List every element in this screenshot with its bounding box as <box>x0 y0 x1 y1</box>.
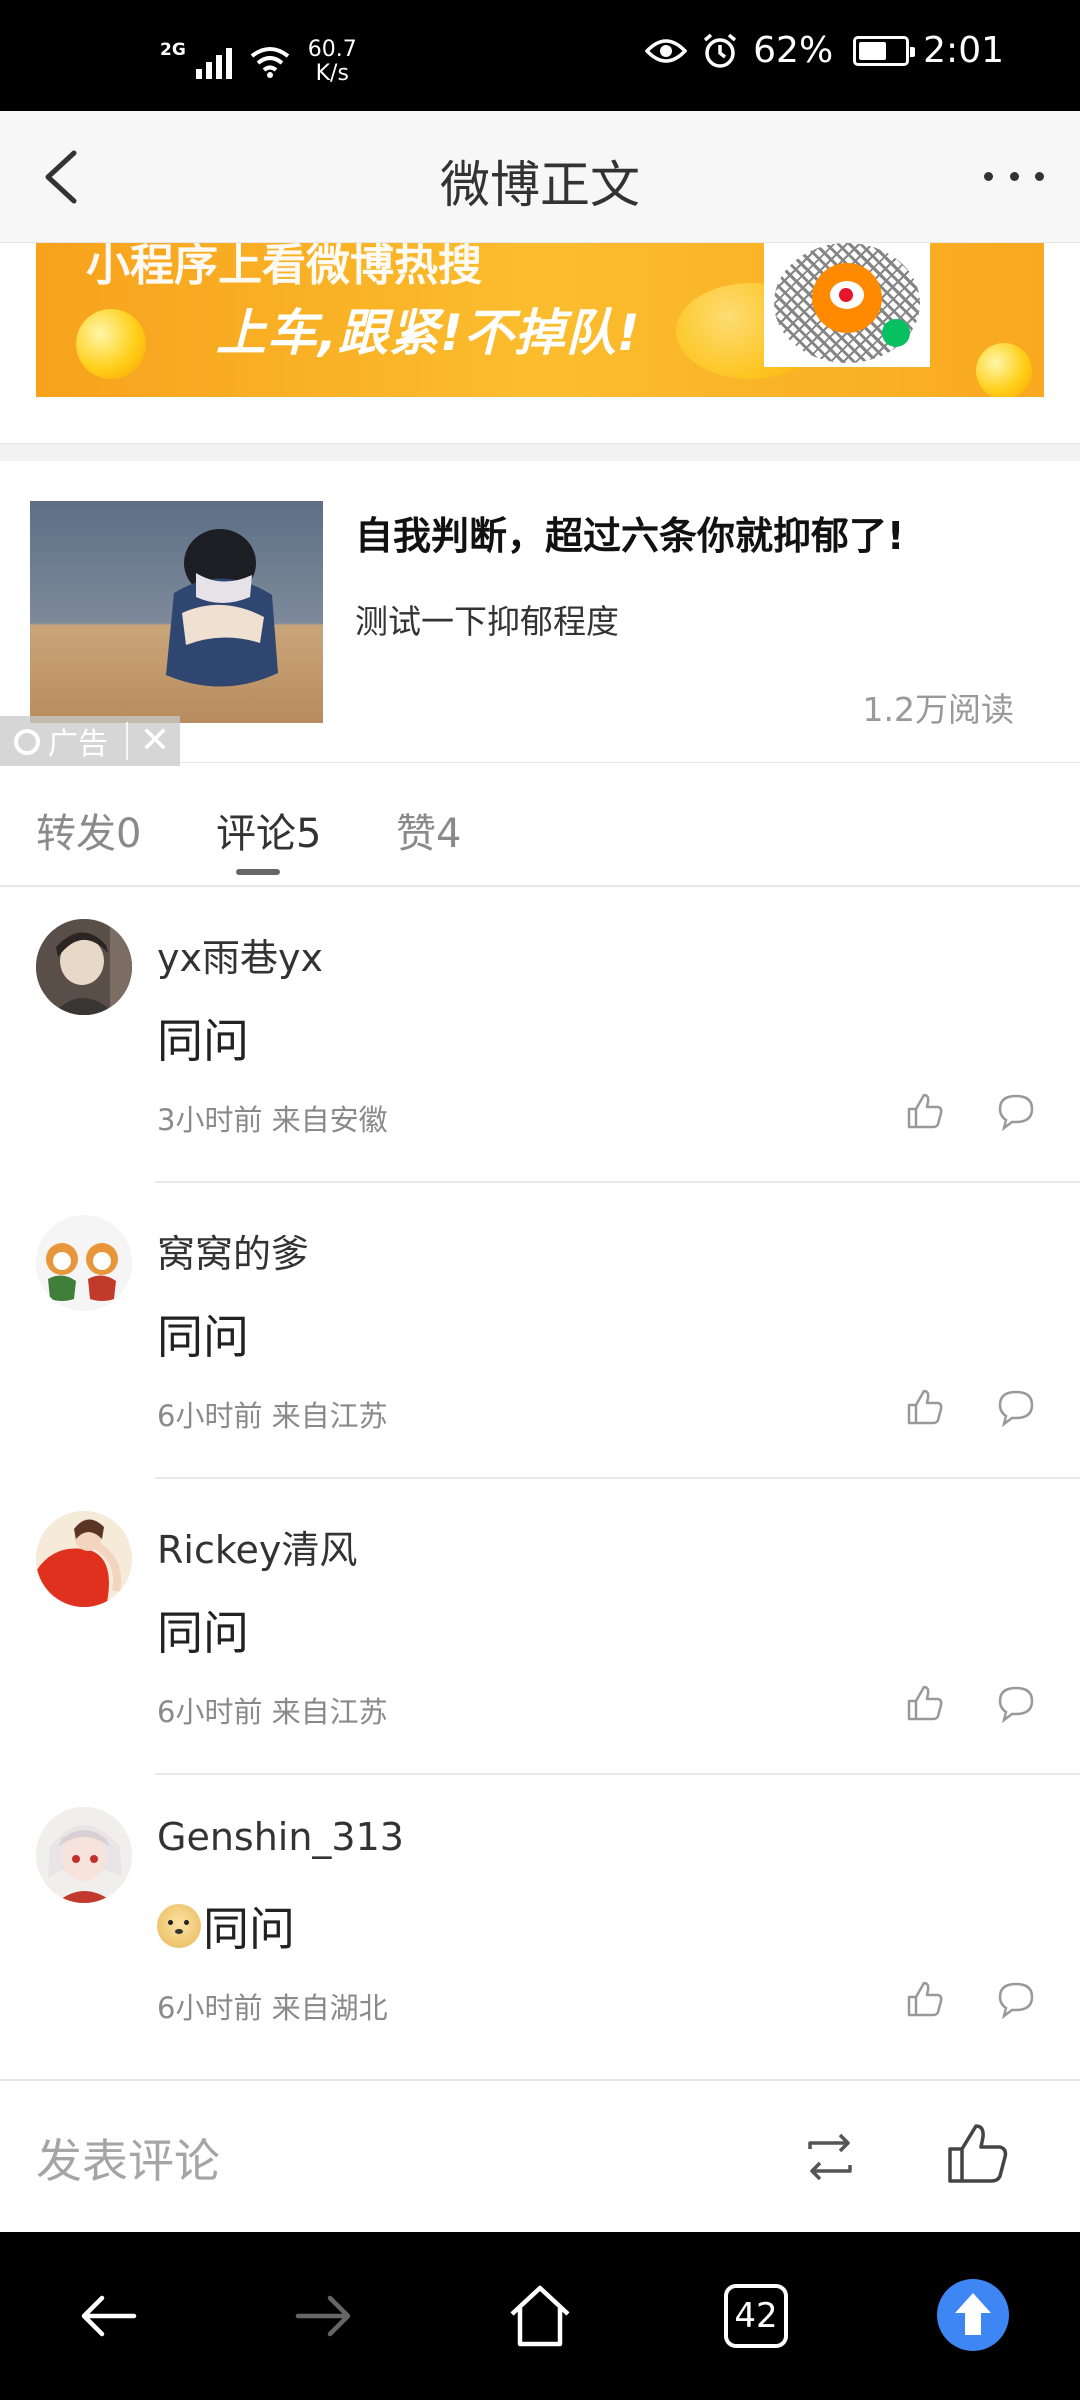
weibo-logo-icon <box>812 263 882 333</box>
comment-text-content: 同问 <box>157 1606 249 1660</box>
comment-meta: 6小时前 来自湖北 <box>157 1991 388 2025</box>
alarm-icon <box>704 33 737 68</box>
qr-code <box>764 243 930 367</box>
scroll-top-button[interactable] <box>937 2279 1009 2351</box>
tab-likes[interactable]: 赞4 <box>396 801 461 859</box>
comment-author[interactable]: 窝窝的爹 <box>157 1223 309 1278</box>
ad-close-icon[interactable]: ✕ <box>140 720 170 761</box>
comment-item[interactable]: Genshin_313 同问 6小时前 来自湖北 <box>0 1775 1080 2071</box>
mini-program-icon <box>882 319 910 347</box>
reply-bubble-icon[interactable] <box>996 1387 1036 1427</box>
more-dots-icon[interactable] <box>984 151 1044 201</box>
comment-item[interactable]: yx雨巷yx 同问 3小时前 来自安徽 <box>0 887 1080 1183</box>
tab-comments[interactable]: 评论5 <box>216 801 321 859</box>
section-divider <box>0 443 1080 461</box>
ad-label: 广告 ✕ <box>0 716 180 766</box>
thumbs-up-icon[interactable] <box>905 1091 945 1131</box>
comment-text-content: 同问 <box>157 1014 249 1068</box>
tab-count-button[interactable]: 42 <box>724 2284 788 2348</box>
avatar[interactable] <box>36 919 132 1015</box>
comment-text: 同问 <box>157 1893 295 1959</box>
ad-read-count: 1.2万阅读 <box>862 690 1014 729</box>
comment-text: 同问 <box>157 1597 249 1663</box>
tab-reposts[interactable]: 转发0 <box>36 801 141 859</box>
speed-unit: K/s <box>315 61 349 86</box>
comment-input[interactable]: 发表评论 <box>36 2125 220 2191</box>
mini-program-banner[interactable]: 小程序上看微博热搜 上车,跟紧!不掉队! <box>36 243 1044 397</box>
avatar[interactable] <box>36 1807 132 1903</box>
battery-percent: 62% <box>753 30 834 71</box>
status-right: 62% 2:01 <box>645 30 1004 71</box>
comment-text: 同问 <box>157 1005 249 1071</box>
active-tab-indicator <box>236 869 280 875</box>
clock: 2:01 <box>923 30 1004 71</box>
status-left: 2G 60.7 K/s <box>160 38 357 86</box>
nav-bar: 微博正文 <box>0 111 1080 243</box>
comment-meta: 6小时前 来自江苏 <box>157 1399 388 1433</box>
comment-author[interactable]: Genshin_313 <box>157 1815 404 1859</box>
ad-title: 自我判断，超过六条你就抑郁了! <box>355 514 905 558</box>
comment-text-content: 同问 <box>203 1902 295 1956</box>
avatar[interactable] <box>36 1511 132 1607</box>
battery-icon <box>853 35 916 66</box>
speed-value: 60.7 <box>307 37 357 62</box>
arrow-left-icon[interactable] <box>72 2280 144 2352</box>
thumbs-up-icon[interactable] <box>905 1387 945 1427</box>
home-icon[interactable] <box>504 2280 576 2352</box>
avatar[interactable] <box>36 1215 132 1311</box>
browser-toolbar: 42 <box>0 2232 1080 2400</box>
thumbs-up-icon[interactable] <box>905 1683 945 1723</box>
doge-emoji-icon <box>157 1904 201 1948</box>
interaction-tabs: 转发0 评论5 赞4 <box>0 763 1080 887</box>
comment-meta: 3小时前 来自安徽 <box>157 1103 388 1137</box>
reply-bubble-icon[interactable] <box>996 1979 1036 2019</box>
eye-icon <box>645 38 688 63</box>
ad-image <box>30 501 323 723</box>
comment-author[interactable]: Rickey清风 <box>157 1519 357 1574</box>
repost-icon[interactable] <box>800 2127 860 2187</box>
arrow-right-icon[interactable] <box>288 2280 360 2352</box>
ad-card[interactable]: 自我判断，超过六条你就抑郁了! 测试一下抑郁程度 1.2万阅读 广告 ✕ <box>0 461 1080 766</box>
reply-bubble-icon[interactable] <box>996 1091 1036 1131</box>
comment-text-content: 同问 <box>157 1310 249 1364</box>
reply-bubble-icon[interactable] <box>996 1683 1036 1723</box>
comment-item[interactable]: 窝窝的爹 同问 6小时前 来自江苏 <box>0 1183 1080 1479</box>
ad-info-icon <box>14 729 40 755</box>
signal-icon <box>195 45 232 79</box>
thumbs-up-icon[interactable] <box>905 1979 945 2019</box>
banner-line1: 小程序上看微博热搜 <box>86 243 482 291</box>
network-speed: 60.7 K/s <box>308 38 357 86</box>
ad-subtitle: 测试一下抑郁程度 <box>355 602 619 641</box>
comment-author[interactable]: yx雨巷yx <box>157 927 323 982</box>
comment-meta: 6小时前 来自江苏 <box>157 1695 388 1729</box>
page-title: 微博正文 <box>440 156 640 214</box>
banner-line2: 上车,跟紧!不掉队! <box>216 304 641 362</box>
thumbs-up-icon[interactable] <box>945 2121 1011 2187</box>
comment-text: 同问 <box>157 1301 249 1367</box>
arrow-up-icon <box>955 2293 991 2335</box>
comment-item[interactable]: Rickey清风 同问 6小时前 来自江苏 <box>0 1479 1080 1775</box>
comment-bar: 发表评论 <box>0 2079 1080 2232</box>
wifi-icon <box>250 47 290 78</box>
network-type: 2G <box>160 40 186 60</box>
status-bar: 2G 60.7 K/s 62% 2:01 <box>0 0 1080 111</box>
